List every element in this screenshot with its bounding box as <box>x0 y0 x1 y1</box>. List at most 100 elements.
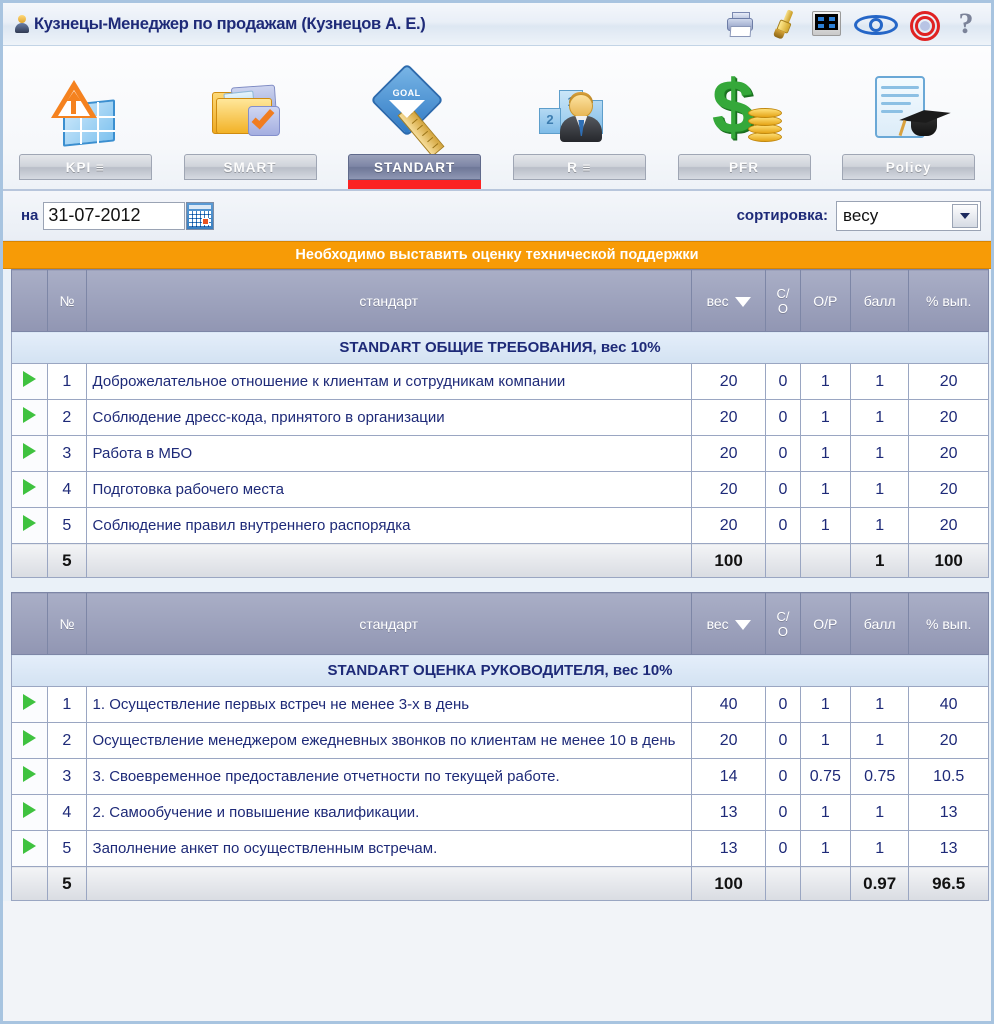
col-pct[interactable]: % вып. <box>908 269 989 332</box>
eye-icon[interactable] <box>853 8 899 40</box>
row-ves[interactable]: 20 <box>690 471 767 508</box>
row-so[interactable]: 0 <box>765 507 801 544</box>
row-ves[interactable]: 40 <box>690 686 767 723</box>
row-so[interactable]: 0 <box>765 830 801 867</box>
col-so[interactable]: С/ О <box>765 592 801 655</box>
target-icon[interactable] <box>908 8 944 41</box>
sort-select[interactable]: весу <box>836 200 981 231</box>
row-standard[interactable]: 2. Самообучение и повышение квалификации… <box>85 794 692 831</box>
tab-rating[interactable]: 1 2 R ≡ <box>497 44 662 189</box>
row-op[interactable]: 1 <box>799 435 851 472</box>
row-ves[interactable]: 20 <box>690 363 767 400</box>
tab-standart[interactable]: GOAL STANDART <box>332 44 497 189</box>
row-so[interactable]: 0 <box>765 399 801 436</box>
row-ves[interactable]: 20 <box>690 399 767 436</box>
play-triangle-icon[interactable] <box>23 371 37 387</box>
col-so[interactable]: С/ О <box>765 269 801 332</box>
row-so[interactable]: 0 <box>765 363 801 400</box>
tab-policy[interactable]: Policy <box>826 44 991 189</box>
col-standard[interactable]: стандарт <box>85 592 692 655</box>
row-so[interactable]: 0 <box>765 686 801 723</box>
play-triangle-icon[interactable] <box>23 443 37 459</box>
col-ball[interactable]: балл <box>849 592 910 655</box>
table-row[interactable]: 1 Доброжелательное отношение к клиентам … <box>10 363 989 400</box>
play-triangle-icon[interactable] <box>23 694 37 710</box>
row-expand-cell[interactable] <box>10 794 49 831</box>
col-num[interactable]: № <box>47 269 87 332</box>
play-triangle-icon[interactable] <box>23 730 37 746</box>
row-op[interactable]: 1 <box>799 830 851 867</box>
play-triangle-icon[interactable] <box>23 479 37 495</box>
table-row[interactable]: 5 Соблюдение правил внутреннего распоряд… <box>10 507 989 544</box>
row-standard[interactable]: 3. Своевременное предоставление отчетнос… <box>85 758 692 795</box>
table-row[interactable]: 3 Работа в МБО 20 0 1 1 20 <box>10 435 989 472</box>
row-ves[interactable]: 14 <box>690 758 767 795</box>
col-ves[interactable]: вес <box>690 592 767 655</box>
play-triangle-icon[interactable] <box>23 407 37 423</box>
row-op[interactable]: 1 <box>799 686 851 723</box>
chevron-down-icon[interactable] <box>952 203 978 228</box>
row-expand-cell[interactable] <box>10 435 49 472</box>
row-standard[interactable]: 1. Осуществление первых встреч не менее … <box>85 686 692 723</box>
row-expand-cell[interactable] <box>10 471 49 508</box>
tab-smart[interactable]: SMART <box>168 44 333 189</box>
row-op[interactable]: 1 <box>799 507 851 544</box>
row-op[interactable]: 1 <box>799 794 851 831</box>
row-op[interactable]: 1 <box>799 471 851 508</box>
table-row[interactable]: 3 3. Своевременное предоставление отчетн… <box>10 758 989 795</box>
row-ves[interactable]: 20 <box>690 507 767 544</box>
row-expand-cell[interactable] <box>10 507 49 544</box>
sort-desc-icon[interactable] <box>734 619 751 630</box>
table-row[interactable]: 4 2. Самообучение и повышение квалификац… <box>10 794 989 831</box>
col-op[interactable]: О/Р <box>799 269 851 332</box>
play-triangle-icon[interactable] <box>23 766 37 782</box>
table-row[interactable]: 5 Заполнение анкет по осуществленным вст… <box>10 830 989 867</box>
date-picker[interactable] <box>43 201 215 230</box>
play-triangle-icon[interactable] <box>23 802 37 818</box>
row-op[interactable]: 0.75 <box>799 758 851 795</box>
col-ves[interactable]: вес <box>690 269 767 332</box>
col-standard[interactable]: стандарт <box>85 269 692 332</box>
sort-desc-icon[interactable] <box>734 296 751 307</box>
row-standard[interactable]: Соблюдение правил внутреннего распорядка <box>85 507 692 544</box>
row-standard[interactable]: Соблюдение дресс-кода, принятого в орган… <box>85 399 692 436</box>
row-standard[interactable]: Заполнение анкет по осуществленным встре… <box>85 830 692 867</box>
col-ball[interactable]: балл <box>849 269 910 332</box>
row-expand-cell[interactable] <box>10 830 49 867</box>
monitor-icon[interactable] <box>810 8 844 40</box>
row-ves[interactable]: 20 <box>690 722 767 759</box>
row-expand-cell[interactable] <box>10 758 49 795</box>
help-icon[interactable]: ? <box>953 9 979 39</box>
brush-icon[interactable] <box>767 8 801 40</box>
row-ves[interactable]: 13 <box>690 830 767 867</box>
row-so[interactable]: 0 <box>765 435 801 472</box>
tab-kpi[interactable]: KPI ≡ <box>3 44 168 189</box>
row-op[interactable]: 1 <box>799 399 851 436</box>
row-op[interactable]: 1 <box>799 722 851 759</box>
tab-pfr[interactable]: $ PFR <box>662 44 827 189</box>
row-standard[interactable]: Доброжелательное отношение к клиентам и … <box>85 363 692 400</box>
row-so[interactable]: 0 <box>765 794 801 831</box>
row-expand-cell[interactable] <box>10 722 49 759</box>
print-icon[interactable] <box>724 8 758 40</box>
table-row[interactable]: 1 1. Осуществление первых встреч не мене… <box>10 686 989 723</box>
row-standard[interactable]: Подготовка рабочего места <box>85 471 692 508</box>
row-so[interactable]: 0 <box>765 758 801 795</box>
table-row[interactable]: 2 Соблюдение дресс-кода, принятого в орг… <box>10 399 989 436</box>
calendar-icon[interactable] <box>186 201 215 230</box>
row-expand-cell[interactable] <box>10 399 49 436</box>
row-expand-cell[interactable] <box>10 686 49 723</box>
play-triangle-icon[interactable] <box>23 515 37 531</box>
row-ves[interactable]: 20 <box>690 435 767 472</box>
row-so[interactable]: 0 <box>765 471 801 508</box>
date-input[interactable] <box>43 201 186 230</box>
row-standard[interactable]: Работа в МБО <box>85 435 692 472</box>
table-row[interactable]: 2 Осуществление менеджером ежедневных зв… <box>10 722 989 759</box>
row-standard[interactable]: Осуществление менеджером ежедневных звон… <box>85 722 692 759</box>
play-triangle-icon[interactable] <box>23 838 37 854</box>
row-so[interactable]: 0 <box>765 722 801 759</box>
row-ves[interactable]: 13 <box>690 794 767 831</box>
row-expand-cell[interactable] <box>10 363 49 400</box>
row-op[interactable]: 1 <box>799 363 851 400</box>
col-num[interactable]: № <box>47 592 87 655</box>
